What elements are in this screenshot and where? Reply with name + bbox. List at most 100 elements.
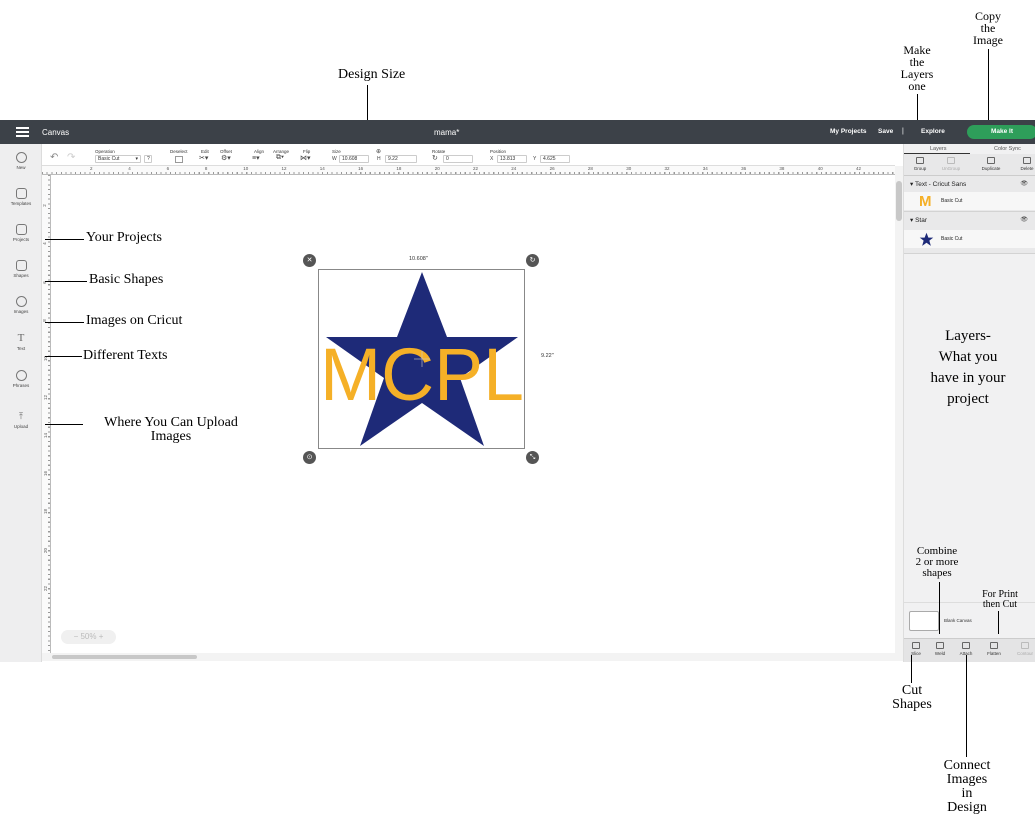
layer-actions: Group UnGroup Duplicate Delete: [904, 154, 1035, 176]
sidebar-item-new[interactable]: New: [0, 152, 42, 170]
sidebar-item-shapes[interactable]: Shapes: [0, 260, 42, 278]
lock-handle-icon[interactable]: ⊙: [303, 451, 316, 464]
ungroup-button[interactable]: UnGroup: [938, 157, 964, 171]
design-text: MCPL: [320, 333, 524, 416]
operation-value: Basic Cut: [98, 156, 120, 162]
sidebar-item-templates[interactable]: Templates: [0, 188, 42, 206]
group-button[interactable]: Group: [910, 157, 930, 171]
y-input[interactable]: 4.625: [540, 155, 570, 163]
align-icon[interactable]: ≡▾: [252, 154, 260, 162]
paperclip-icon: [962, 642, 970, 649]
contour-button[interactable]: Contour: [1014, 642, 1035, 656]
sidebar-label: Templates: [10, 201, 32, 206]
sidebar-label: Phrases: [12, 383, 30, 388]
x-input[interactable]: 13.813: [497, 155, 527, 163]
width-dimension-label: 10.608": [409, 256, 428, 262]
redo-icon[interactable]: ↷: [67, 152, 75, 163]
layer-operation: Basic Cut: [941, 198, 963, 204]
offset-icon[interactable]: ⚙▾: [221, 154, 231, 162]
attach-button[interactable]: Attach: [956, 642, 976, 656]
resize-handle-icon[interactable]: ⤡: [526, 451, 539, 464]
ruler-top-number: 26: [549, 166, 555, 171]
zoom-in-icon[interactable]: +: [99, 632, 104, 641]
arrange-icon[interactable]: ⧉▾: [276, 154, 284, 162]
annotation-images-on-cricut: Images on Cricut: [86, 313, 183, 328]
sidebar-item-text[interactable]: T Text: [0, 332, 42, 351]
star-thumbnail-icon: [919, 232, 934, 246]
delete-handle-icon[interactable]: ✕: [303, 254, 316, 267]
visibility-eye-icon[interactable]: 👁: [1020, 216, 1028, 223]
operation-select[interactable]: Basic Cut ▾: [95, 155, 141, 163]
annotation-line-upload: [45, 424, 83, 426]
hamburger-menu-icon[interactable]: [16, 127, 29, 137]
canvas-color-swatch[interactable]: [909, 611, 939, 631]
sidebar-item-images[interactable]: Images: [0, 296, 42, 314]
rotate-icon: ↻: [432, 155, 438, 162]
sidebar-item-phrases[interactable]: Phrases: [0, 370, 42, 388]
duplicate-label: Duplicate: [981, 166, 1001, 171]
make-it-button[interactable]: Make It: [967, 125, 1035, 139]
height-dimension-label: 9.22": [541, 353, 554, 359]
ruler-left-number: 16: [43, 471, 49, 477]
width-input[interactable]: 10.608: [339, 155, 369, 163]
deselect-icon[interactable]: [175, 156, 183, 163]
weld-label: Weld: [934, 651, 946, 656]
layer-group-star[interactable]: ▾ Star 👁 Basic Cut: [904, 212, 1035, 254]
layer-item[interactable]: M Basic Cut: [904, 192, 1035, 210]
duplicate-button[interactable]: Duplicate: [978, 157, 1004, 171]
my-projects-link[interactable]: My Projects: [830, 128, 867, 135]
ruler-top-number: 2: [90, 166, 93, 171]
layer-group-text[interactable]: ▾ Text - Cricut Sans 👁 M Basic Cut: [904, 176, 1035, 212]
ruler-left-number: 12: [43, 394, 49, 400]
zoom-out-icon[interactable]: −: [74, 632, 79, 641]
flatten-button[interactable]: Flatten: [984, 642, 1004, 656]
ruler-top-number: 40: [817, 166, 823, 171]
annotation-line-attach: [966, 655, 968, 757]
layer-item[interactable]: Basic Cut: [904, 230, 1035, 248]
edit-scissors-icon[interactable]: ✂▾: [199, 154, 208, 162]
rotate-handle-icon[interactable]: ↻: [526, 254, 539, 267]
undo-icon[interactable]: ↶: [50, 152, 58, 163]
delete-button[interactable]: Delete: [1017, 157, 1035, 171]
weld-button[interactable]: Weld: [931, 642, 949, 656]
selected-design[interactable]: MCPL: [318, 269, 525, 449]
size-label: Size: [332, 149, 341, 154]
ruler-top-number: 4: [128, 166, 131, 171]
ruler-top-number: 20: [434, 166, 440, 171]
rotate-input[interactable]: 0: [443, 155, 473, 163]
annotation-combine: Combine 2 or more shapes: [915, 545, 959, 579]
sidebar-item-upload[interactable]: ⤒ Upload: [0, 410, 42, 429]
ruler-left-number: 4: [41, 242, 47, 246]
vertical-scroll-thumb[interactable]: [896, 181, 902, 221]
slice-button[interactable]: Slice: [907, 642, 925, 656]
tab-layers[interactable]: Layers: [930, 146, 947, 152]
blank-canvas-label: Blank Canvas: [944, 618, 972, 623]
visibility-eye-icon[interactable]: 👁: [1020, 180, 1028, 187]
sidebar-item-projects[interactable]: Projects: [0, 224, 42, 242]
help-button[interactable]: ?: [144, 155, 152, 163]
annotation-line-shapes: [45, 281, 87, 283]
tab-color-sync[interactable]: Color Sync: [994, 146, 1021, 152]
save-link[interactable]: Save: [878, 128, 893, 135]
ruler-top-number: 8: [204, 166, 208, 171]
ungroup-label: UnGroup: [941, 166, 961, 171]
left-sidebar: New Templates Projects Shapes Images T T…: [0, 144, 42, 662]
annotation-make-layers-one: Make the Layers one: [900, 43, 934, 93]
ruler-left-number: 20: [43, 547, 49, 553]
trash-icon: [1023, 157, 1031, 164]
lightbulb-icon: [15, 296, 27, 307]
horizontal-scrollbar[interactable]: [42, 653, 903, 661]
operation-label: Operation: [95, 149, 115, 154]
lock-ratio-icon[interactable]: ⊕: [376, 148, 381, 155]
horizontal-scroll-thumb[interactable]: [52, 655, 197, 659]
vertical-scrollbar[interactable]: [895, 166, 903, 653]
ruler-top-number: 14: [319, 166, 325, 171]
text-icon: T: [17, 332, 25, 344]
sidebar-label: Upload: [13, 424, 29, 429]
zoom-control[interactable]: − 50% +: [61, 630, 116, 644]
explore-link[interactable]: Explore: [921, 128, 945, 135]
annotation-layers-what: Layers- What you have in your project: [930, 328, 1006, 407]
height-input[interactable]: 9.22: [385, 155, 417, 163]
flip-icon[interactable]: ⋈▾: [300, 154, 311, 162]
ruler-top: 2 4 6 8 10 12 14 16 18 20 22 24 26 28 30 32 34 36 38 40 42: [42, 166, 895, 175]
